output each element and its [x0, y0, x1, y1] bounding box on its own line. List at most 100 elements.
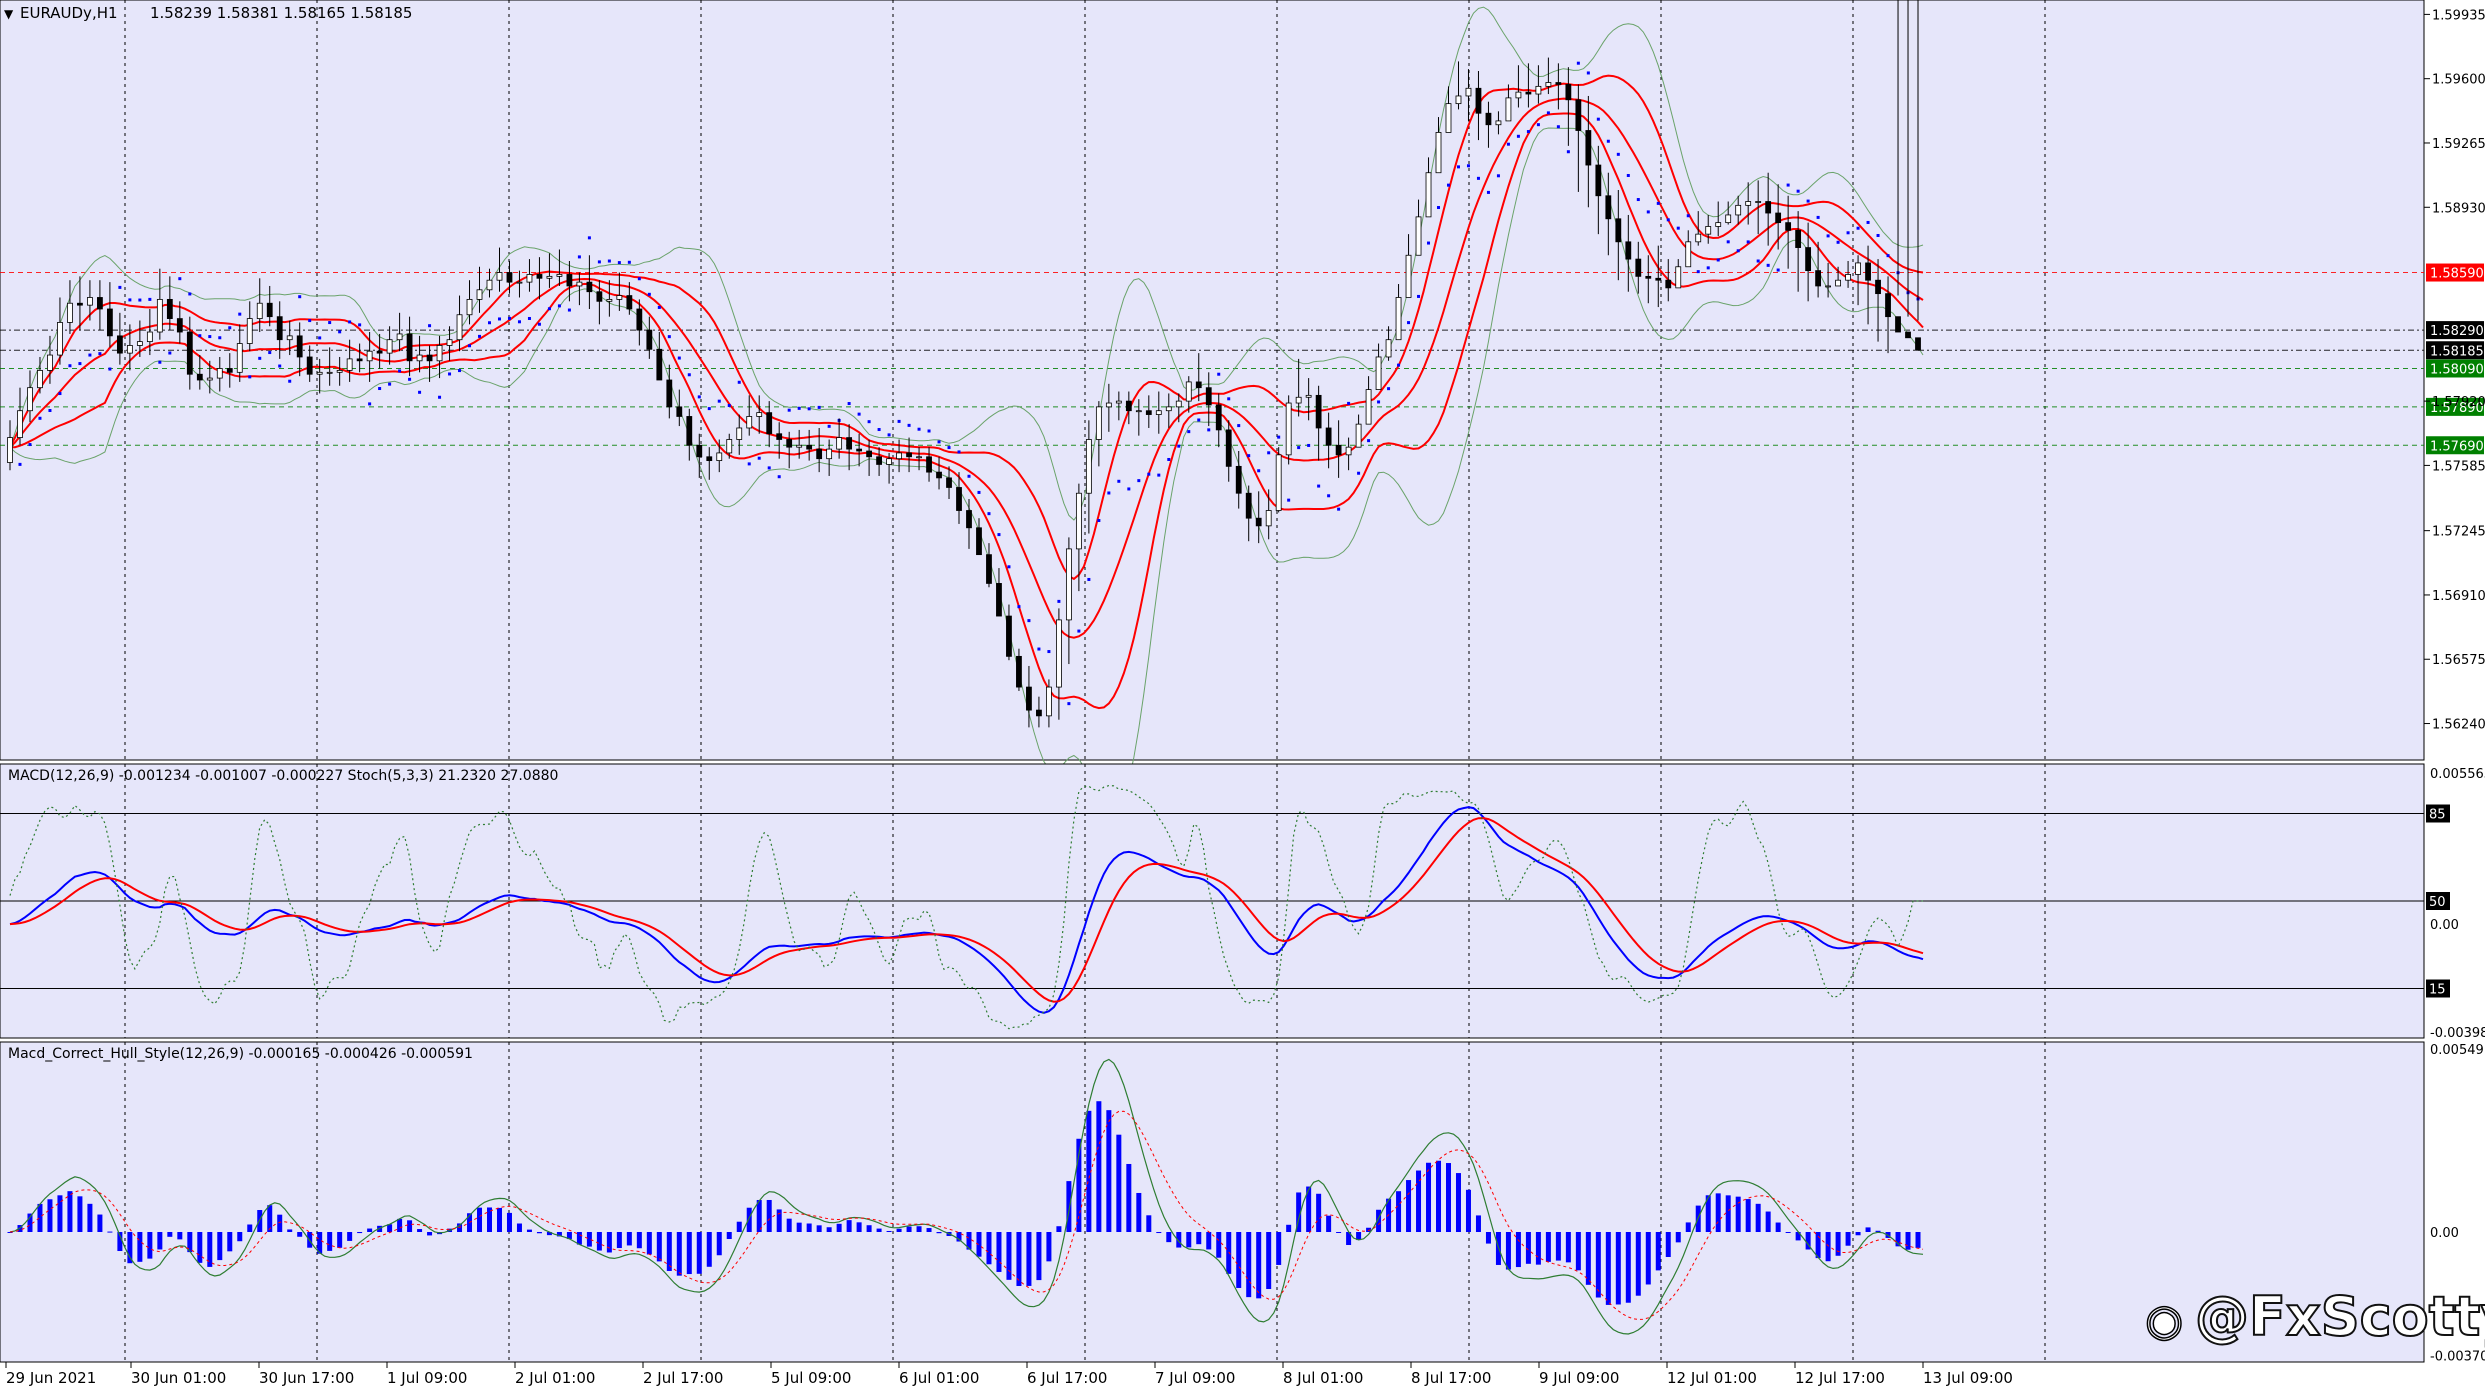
histogram-bar: [97, 1214, 103, 1232]
candle-body: [1805, 247, 1812, 272]
sar-dot: [98, 352, 102, 356]
histogram-bar: [87, 1203, 93, 1232]
hull-axis-label: 0.00549: [2430, 1043, 2484, 1058]
candle-body: [816, 448, 823, 460]
sar-dot: [1037, 647, 1041, 651]
sar-dot: [1347, 401, 1351, 405]
candle-body: [1755, 201, 1762, 203]
sar-dot: [897, 419, 901, 423]
sar-dot: [1287, 498, 1291, 502]
sar-dot: [1077, 629, 1081, 633]
candle-body: [176, 318, 183, 333]
histogram-bar: [1326, 1215, 1332, 1232]
sar-dot: [258, 356, 262, 360]
sar-dot: [577, 255, 581, 259]
candle-body: [926, 456, 932, 473]
sar-dot: [1766, 263, 1770, 267]
candle-body: [1125, 400, 1132, 412]
candle-body: [166, 298, 173, 319]
sar-dot: [1806, 199, 1810, 203]
histogram-bar: [606, 1232, 612, 1253]
sar-dot: [1367, 439, 1371, 443]
chart-canvas[interactable]: EURAUDy,H1 1.58239 1.58381 1.58165 1.581…: [0, 0, 2485, 1390]
histogram-bar: [1226, 1232, 1232, 1274]
sar-dot: [378, 387, 382, 391]
histogram-bar: [1535, 1232, 1541, 1265]
histogram-bar: [1595, 1232, 1601, 1298]
stoch-level-label: 85: [2429, 808, 2446, 823]
histogram-bar: [207, 1232, 213, 1267]
candle-body: [1715, 222, 1722, 227]
sar-dot: [1796, 189, 1800, 193]
candle-body: [136, 341, 143, 346]
histogram-bar: [1635, 1232, 1641, 1296]
candle-body: [336, 370, 343, 373]
trading-chart[interactable]: EURAUDy,H1 1.58239 1.58381 1.58165 1.581…: [0, 0, 2485, 1390]
sar-dot: [1666, 218, 1670, 222]
candle-body: [466, 298, 473, 316]
histogram-bar: [916, 1226, 922, 1232]
histogram-bar: [886, 1230, 892, 1232]
candle-body: [536, 274, 543, 279]
candle-body: [736, 427, 743, 440]
candle-body: [626, 295, 633, 310]
sar-dot: [1716, 258, 1720, 262]
histogram-bar: [496, 1207, 502, 1232]
histogram-bar: [477, 1207, 483, 1232]
histogram-bar: [1006, 1232, 1012, 1280]
histogram-bar: [846, 1220, 852, 1232]
candle-body: [1825, 285, 1831, 288]
x-tick-label: 7 Jul 09:00: [1155, 1369, 1235, 1387]
candle-body: [1065, 548, 1072, 621]
candle-body: [646, 329, 653, 350]
sar-dot: [1696, 270, 1700, 274]
sar-dot: [747, 462, 751, 466]
histogram-bar: [127, 1232, 133, 1264]
histogram-bar: [217, 1232, 223, 1261]
histogram-bar: [1206, 1232, 1212, 1250]
menu-arrow-icon[interactable]: ▼: [4, 7, 14, 21]
sar-dot: [168, 351, 172, 355]
candle-body: [1315, 394, 1322, 429]
histogram-bar: [1186, 1232, 1192, 1248]
histogram-bar: [686, 1232, 692, 1275]
histogram-bar: [646, 1232, 652, 1255]
price-level-label: 1.58290: [2430, 324, 2484, 339]
candle-body: [1195, 381, 1202, 389]
sar-dot: [1047, 650, 1051, 654]
histogram-bar: [616, 1232, 622, 1249]
sar-dot: [1886, 254, 1890, 258]
x-tick-label: 12 Jul 01:00: [1667, 1369, 1757, 1387]
x-tick-label: 2 Jul 01:00: [515, 1369, 595, 1387]
candle-body: [406, 333, 413, 362]
candle-body: [316, 371, 323, 375]
sar-dot: [108, 367, 112, 371]
sar-dot: [458, 369, 462, 373]
sar-dot: [1836, 240, 1840, 244]
histogram-bar: [526, 1229, 532, 1232]
sar-dot: [857, 412, 861, 416]
x-tick-label: 30 Jun 01:00: [131, 1369, 226, 1387]
hull-macd-panel[interactable]: Macd_Correct_Hull_Style(12,26,9) -0.0001…: [0, 1041, 2425, 1363]
candle-body: [296, 335, 303, 358]
sar-dot: [1646, 210, 1650, 214]
y-tick-label: 1.59265: [2432, 137, 2485, 152]
candle-body: [1575, 99, 1582, 131]
histogram-bar: [1146, 1215, 1152, 1232]
candle-body: [1046, 686, 1052, 717]
candle-body: [1135, 410, 1142, 413]
sar-dot: [757, 456, 761, 460]
histogram-bar: [1266, 1232, 1272, 1290]
candle-body: [526, 274, 533, 283]
sar-dot: [527, 316, 531, 320]
sar-dot: [1127, 487, 1131, 491]
candle-body: [1565, 84, 1572, 101]
candle-body: [1845, 274, 1851, 281]
histogram-bar: [1585, 1232, 1591, 1285]
candle-body: [1395, 297, 1402, 341]
macd-panel[interactable]: MACD(12,26,9) -0.001234 -0.001007 -0.000…: [0, 763, 2425, 1039]
histogram-bar: [1915, 1232, 1921, 1248]
candle-body: [1835, 279, 1841, 287]
price-panel[interactable]: EURAUDy,H1 1.58239 1.58381 1.58165 1.581…: [0, 0, 2425, 819]
sar-dot: [867, 420, 871, 424]
